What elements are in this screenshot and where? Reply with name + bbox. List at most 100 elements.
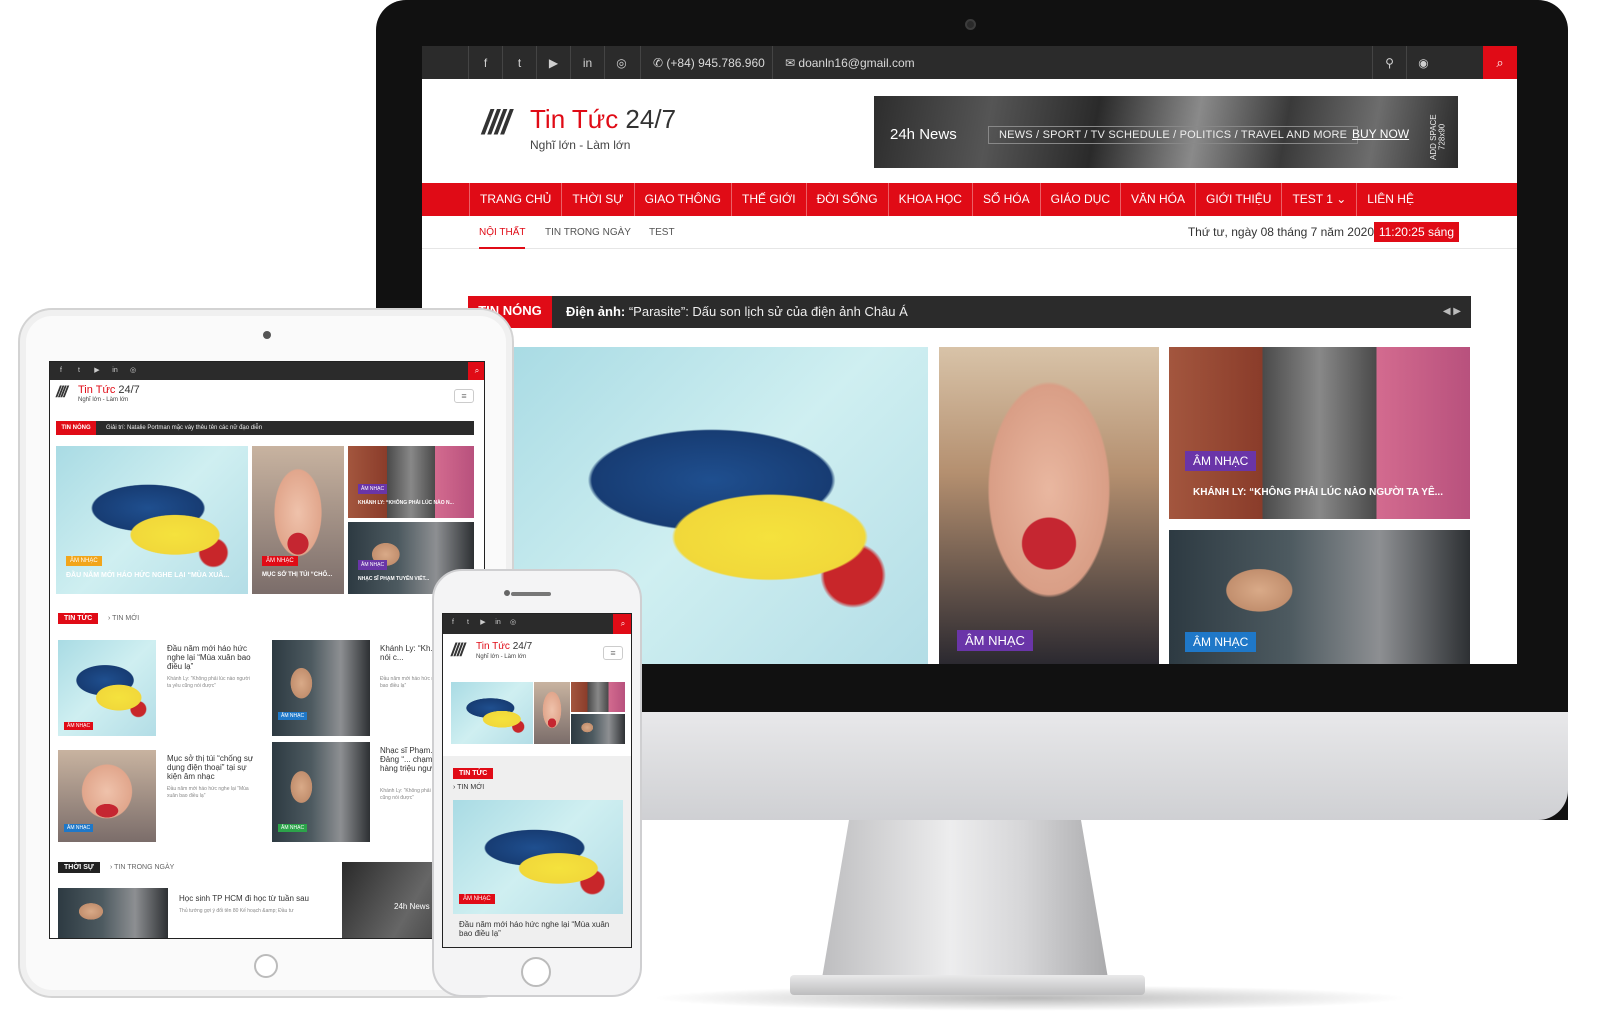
logo-mark[interactable]: //// bbox=[56, 384, 68, 402]
phone-tile-swallow[interactable] bbox=[451, 682, 533, 744]
search-icon[interactable]: ⌕ bbox=[613, 614, 631, 634]
menu-item-thoi-su[interactable]: THỜI SỰ bbox=[562, 183, 635, 216]
article-title[interactable]: Đầu năm mới háo hức nghe lại “Mùa xuân b… bbox=[167, 644, 257, 672]
site-title[interactable]: Tin Tức 24/7 bbox=[78, 384, 140, 396]
site-title-red: Tin Tức bbox=[476, 641, 513, 652]
twitter-icon[interactable]: t bbox=[70, 362, 88, 380]
ad-banner[interactable]: 24h News NEWS / SPORT / TV SCHEDULE / PO… bbox=[874, 96, 1458, 168]
youtube-icon[interactable]: ▶ bbox=[536, 46, 570, 79]
instagram-icon[interactable]: ◎ bbox=[124, 362, 142, 380]
ticker-text[interactable]: Giải trí: Natalie Portman mặc váy thêu t… bbox=[106, 421, 262, 435]
email-address: doanln16@gmail.com bbox=[798, 55, 915, 70]
sub-tab-noi-that[interactable]: NỘI THẤT bbox=[479, 216, 526, 249]
menu-item-giao-duc[interactable]: GIÁO DỤC bbox=[1041, 183, 1121, 216]
article-title[interactable]: Học sinh TP HCM đi học từ tuần sau bbox=[179, 894, 319, 903]
section-label-thoi-su[interactable]: THỜI SỰ bbox=[58, 862, 100, 873]
search-button[interactable]: ⌕ bbox=[1483, 46, 1517, 79]
map-marker-icon[interactable]: ⚲ bbox=[1372, 46, 1406, 79]
linkedin-icon[interactable]: in bbox=[570, 46, 604, 79]
menu-item-home[interactable]: TRANG CHỦ bbox=[469, 183, 563, 216]
feature-tile-madonna[interactable]: ÂM NHẠC bbox=[939, 347, 1159, 664]
email-contact[interactable]: ✉ doanln16@gmail.com bbox=[772, 46, 927, 79]
menu-item-giao-thong[interactable]: GIAO THÔNG bbox=[635, 183, 733, 216]
article-thumb[interactable]: ÂM NHẠC bbox=[58, 640, 156, 736]
ad-logo: 24h News bbox=[890, 126, 957, 143]
category-badge[interactable]: ÂM NHẠC bbox=[957, 630, 1033, 651]
tile-caption[interactable]: KHÁNH LY: “KHÔNG PHẢI LÚC NÀO NGƯỜI TA Y… bbox=[1193, 487, 1443, 498]
phone-tile-khanh-ly[interactable] bbox=[571, 682, 625, 712]
hamburger-menu-icon[interactable]: ≡ bbox=[603, 646, 623, 660]
ticker-headline[interactable]: Điện ảnh: “Parasite”: Dấu son lịch sử củ… bbox=[566, 296, 908, 328]
menu-item-so-hoa[interactable]: SỐ HÓA bbox=[973, 183, 1041, 216]
category-badge[interactable]: ÂM NHẠC bbox=[278, 824, 308, 832]
tile-caption[interactable]: MỤC SỞ THỊ TÚI “CHỐ... bbox=[262, 572, 332, 578]
facebook-icon[interactable]: f bbox=[468, 46, 502, 79]
category-badge[interactable]: ÂM NHẠC bbox=[66, 556, 102, 566]
article-thumb[interactable]: ÂM NHẠC bbox=[58, 750, 156, 842]
category-badge[interactable]: ÂM NHẠC bbox=[1185, 451, 1257, 471]
hamburger-menu-icon[interactable]: ≡ bbox=[454, 389, 474, 403]
section-label-tin-tuc[interactable]: TIN TỨC bbox=[453, 768, 494, 779]
search-icon[interactable]: ⌕ bbox=[468, 362, 484, 380]
facebook-icon[interactable]: f bbox=[52, 362, 70, 380]
tablet-tile-khanh-ly[interactable]: ÂM NHẠC KHÁNH LY: “KHÔNG PHẢI LÚC NÀO N.… bbox=[348, 446, 474, 518]
section-sub-tin-trong-ngay[interactable]: › TIN TRONG NGÀY bbox=[110, 864, 174, 871]
menu-item-lien-he[interactable]: LIÊN HỆ bbox=[1357, 183, 1424, 216]
youtube-icon[interactable]: ▶ bbox=[88, 362, 106, 380]
phone-tile-pham-tuyen[interactable] bbox=[571, 714, 625, 744]
ad-buy-now[interactable]: BUY NOW bbox=[1352, 127, 1409, 141]
menu-item-the-gioi[interactable]: THẾ GIỚI bbox=[732, 183, 807, 216]
article-thumb[interactable]: ÂM NHẠC bbox=[272, 640, 370, 736]
logo-mark[interactable]: //// bbox=[451, 640, 465, 661]
phone-tile-madonna[interactable] bbox=[534, 682, 570, 744]
category-badge[interactable]: ÂM NHẠC bbox=[1185, 632, 1257, 652]
category-badge[interactable]: ÂM NHẠC bbox=[262, 556, 298, 566]
section-sub-tin-moi[interactable]: › TIN MỚI bbox=[108, 615, 139, 622]
logo-mark[interactable]: //// bbox=[482, 104, 511, 143]
phone-icon: ✆ bbox=[653, 55, 667, 70]
article-title[interactable]: Đầu năm mới háo hức nghe lại “Mùa xuân b… bbox=[459, 920, 619, 938]
menu-item-test-1[interactable]: TEST 1 ⌄ bbox=[1282, 183, 1358, 216]
category-badge[interactable]: ÂM NHẠC bbox=[358, 484, 388, 494]
user-icon[interactable]: ◉ bbox=[1406, 46, 1440, 79]
sub-tab-tin-trong-ngay[interactable]: TIN TRONG NGÀY bbox=[545, 216, 631, 249]
menu-item-khoa-hoc[interactable]: KHOA HỌC bbox=[889, 183, 973, 216]
sub-tab-test[interactable]: TEST bbox=[649, 216, 675, 249]
article-thumb[interactable] bbox=[58, 888, 168, 938]
tablet-tile-swallow[interactable]: ÂM NHẠC ĐẦU NĂM MỚI HÁO HỨC NGHE LẠI “MÙ… bbox=[56, 446, 248, 594]
site-title[interactable]: Tin Tức 24/7 bbox=[476, 641, 532, 652]
tile-caption[interactable]: KHÁNH LY: “KHÔNG PHẢI LÚC NÀO N... bbox=[358, 500, 454, 506]
category-badge[interactable]: ÂM NHẠC bbox=[64, 722, 94, 730]
article-thumb[interactable]: ÂM NHẠC bbox=[272, 742, 370, 842]
ad-logo: 24h News bbox=[394, 902, 430, 911]
linkedin-icon[interactable]: in bbox=[106, 362, 124, 380]
ticker-nav-arrows[interactable]: ◀ ▶ bbox=[1443, 296, 1461, 328]
tile-caption[interactable]: NHẠC SĨ PHẠM TUYÊN VIẾT... bbox=[358, 576, 429, 582]
tablet-tile-madonna[interactable]: ÂM NHẠC MỤC SỞ THỊ TÚI “CHỐ... bbox=[252, 446, 344, 594]
twitter-icon[interactable]: t bbox=[502, 46, 536, 79]
category-badge[interactable]: ÂM NHẠC bbox=[459, 894, 495, 904]
menu-item-gioi-thieu[interactable]: GIỚI THIỆU bbox=[1196, 183, 1283, 216]
category-badge[interactable]: ÂM NHẠC bbox=[358, 560, 388, 570]
phone-contact[interactable]: ✆ (+84) 945.786.960 bbox=[640, 46, 777, 79]
breaking-news-ticker: TIN NÓNG Điện ảnh: “Parasite”: Dấu son l… bbox=[468, 296, 1471, 328]
feature-tile-khanh-ly[interactable]: ÂM NHẠC KHÁNH LY: “KHÔNG PHẢI LÚC NÀO NG… bbox=[1169, 347, 1470, 519]
site-title-red: Tin Tức bbox=[78, 384, 119, 396]
site-title[interactable]: Tin Tức 24/7 bbox=[530, 104, 676, 135]
article-title[interactable]: Mục sở thị túi “chống sự dụng điện thoại… bbox=[167, 754, 257, 782]
menu-item-doi-song[interactable]: ĐỜI SỐNG bbox=[807, 183, 889, 216]
tile-caption[interactable]: ĐẦU NĂM MỚI HÁO HỨC NGHE LẠI “MÙA XUÂ... bbox=[66, 572, 229, 579]
sub-menu: NỘI THẤT TIN TRONG NGÀY TEST Thứ tư, ngà… bbox=[422, 216, 1517, 249]
phone-hero-image[interactable]: ÂM NHẠC bbox=[453, 800, 623, 914]
article-excerpt: Thủ tướng gợi ý đổi tên 80 Kế hoạch &amp… bbox=[179, 908, 294, 914]
section-sub-tin-moi[interactable]: › TIN MỚI bbox=[453, 784, 484, 791]
category-badge[interactable]: ÂM NHẠC bbox=[278, 712, 308, 720]
category-badge[interactable]: ÂM NHẠC bbox=[64, 824, 94, 832]
feature-tile-pham-tuyen[interactable]: ÂM NHẠC bbox=[1169, 530, 1470, 664]
section-label-tin-tuc[interactable]: TIN TỨC bbox=[58, 613, 99, 624]
menu-item-van-hoa[interactable]: VĂN HÓA bbox=[1121, 183, 1197, 216]
desktop-topbar: f t ▶ in ◎ ✆ (+84) 945.786.960 ✉ doanln1… bbox=[422, 46, 1517, 79]
instagram-icon[interactable]: ◎ bbox=[504, 614, 522, 632]
site-title-dark: 24/7 bbox=[625, 104, 677, 134]
instagram-icon[interactable]: ◎ bbox=[604, 46, 638, 79]
